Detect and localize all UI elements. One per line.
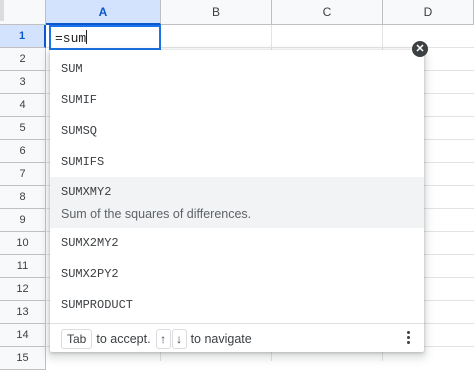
- row-header-5[interactable]: 5: [0, 117, 46, 140]
- cell-formula-text: =sum: [55, 31, 87, 46]
- row-header-11[interactable]: 11: [0, 255, 46, 278]
- suggestion-label: SUMPRODUCT: [61, 298, 134, 312]
- suggestion-label: SUM: [61, 62, 83, 76]
- suggestion-label: SUMIFS: [61, 155, 105, 169]
- suggestion-description: Sum of the squares of differences.: [61, 207, 252, 221]
- suggestion-label: SUMXMY2: [61, 185, 112, 199]
- up-arrow-key-hint: ↑: [155, 328, 171, 349]
- formula-autocomplete-popup: SUM SUMIF SUMSQ SUMIFS SUMXMY2 Sum of th…: [50, 50, 424, 352]
- row-header-12[interactable]: 12: [0, 278, 46, 301]
- suggestion-label: SUMIF: [61, 93, 98, 107]
- suggestion-label: SUMX2MY2: [61, 236, 119, 250]
- column-header-b[interactable]: B: [161, 0, 272, 25]
- column-header-a[interactable]: A: [46, 0, 161, 25]
- more-options-icon[interactable]: [407, 331, 410, 344]
- suggestion-sumifs[interactable]: SUMIFS: [50, 143, 424, 174]
- row-header-3[interactable]: 3: [0, 71, 46, 94]
- row-header-10[interactable]: 10: [0, 232, 46, 255]
- suggestion-sumif[interactable]: SUMIF: [50, 81, 424, 112]
- accept-hint-text: to accept.: [96, 331, 151, 346]
- column-header-c[interactable]: C: [272, 0, 383, 25]
- row-header-2[interactable]: 2: [0, 48, 46, 71]
- navigate-hint-text: to navigate: [190, 331, 252, 346]
- row-header-6[interactable]: 6: [0, 140, 46, 163]
- row-header-4[interactable]: 4: [0, 94, 46, 117]
- suggestion-sumx2py2[interactable]: SUMX2PY2: [50, 259, 424, 290]
- suggestion-sumsq[interactable]: SUMSQ: [50, 112, 424, 143]
- autocomplete-footer: Tab to accept. ↑ ↓ to navigate: [50, 323, 424, 352]
- suggestion-label: SUMX2PY2: [61, 267, 119, 281]
- column-header-d[interactable]: D: [383, 0, 474, 25]
- tab-key-hint: Tab: [61, 328, 93, 349]
- down-arrow-key-hint: ↓: [171, 328, 187, 349]
- close-icon[interactable]: ✕: [412, 41, 428, 57]
- row-header-14[interactable]: 14: [0, 324, 46, 347]
- suggestion-sumx2my2[interactable]: SUMX2MY2: [50, 228, 424, 259]
- row-header-1[interactable]: 1: [0, 25, 46, 48]
- row-header-8[interactable]: 8: [0, 186, 46, 209]
- active-cell-editor[interactable]: =sum: [49, 25, 161, 50]
- select-all-corner[interactable]: [0, 0, 46, 25]
- row-header-13[interactable]: 13: [0, 301, 46, 324]
- suggestion-sumproduct[interactable]: SUMPRODUCT: [50, 290, 424, 321]
- text-caret: [86, 30, 88, 44]
- suggestion-label: SUMSQ: [61, 124, 98, 138]
- suggestion-sumxmy2[interactable]: SUMXMY2 Sum of the squares of difference…: [50, 177, 424, 228]
- row-header-7[interactable]: 7: [0, 163, 46, 186]
- row-header-15[interactable]: 15: [0, 347, 46, 370]
- suggestion-sum[interactable]: SUM: [50, 50, 424, 81]
- row-header-9[interactable]: 9: [0, 209, 46, 232]
